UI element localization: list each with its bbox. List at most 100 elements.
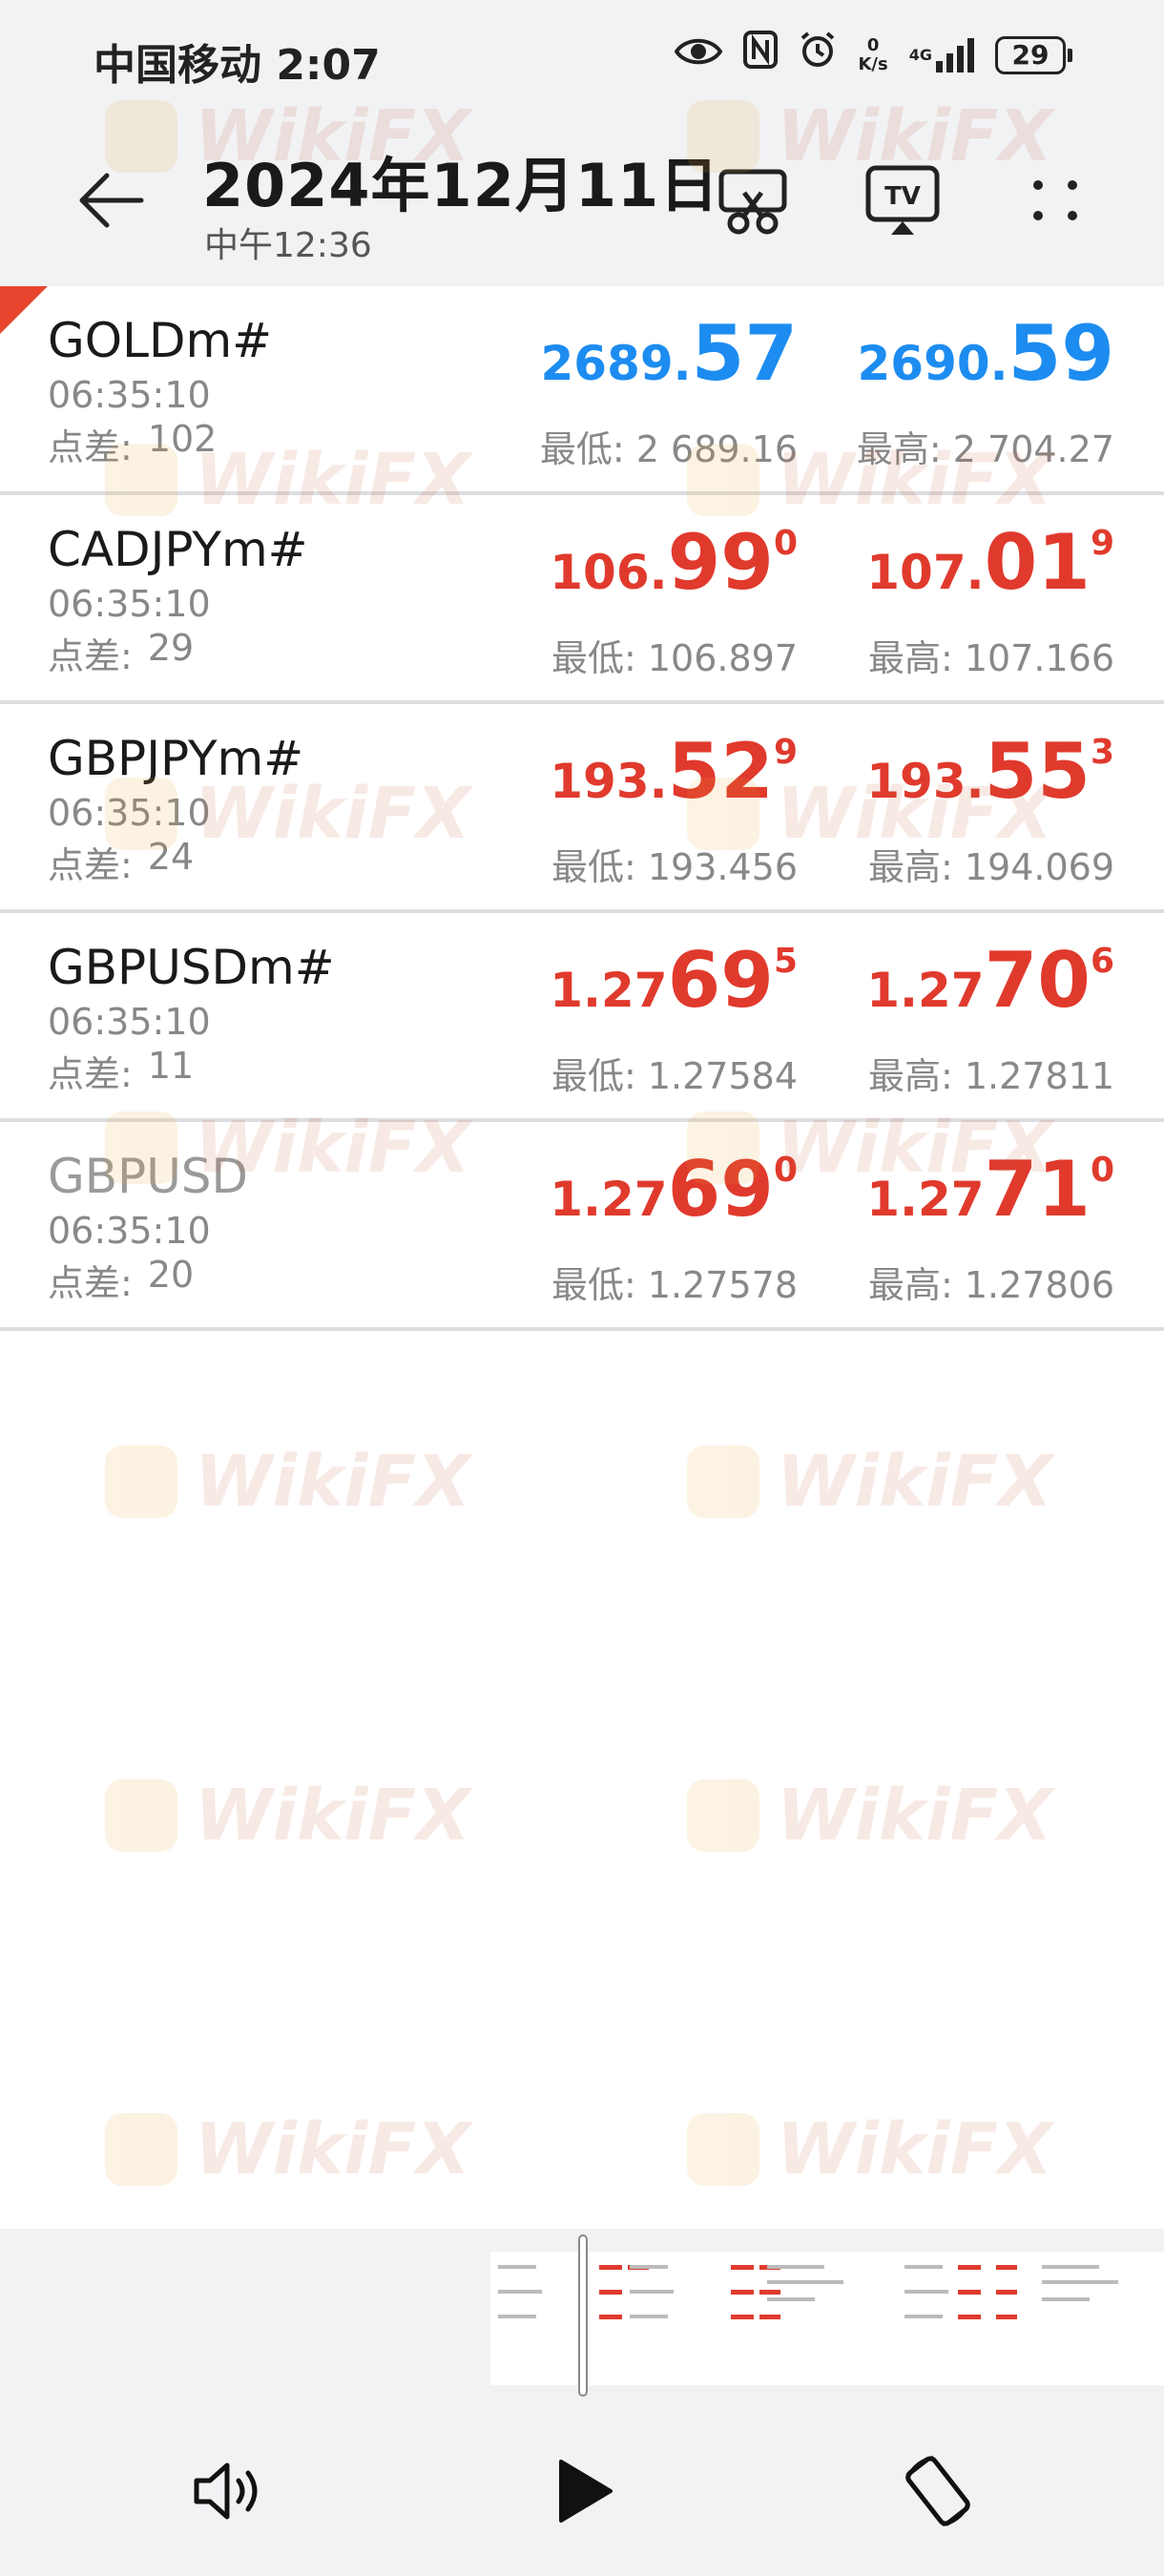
bid-price-fraction: 9 bbox=[773, 733, 798, 772]
quote-time: 06:35:10 bbox=[48, 583, 211, 625]
quote-symbol: GOLDm# bbox=[48, 313, 273, 368]
bid-price[interactable]: 193.529 bbox=[550, 727, 798, 816]
low-price: 最低: 106.897 bbox=[551, 637, 798, 679]
quote-spread: 点差: 102 bbox=[48, 418, 217, 470]
alarm-icon bbox=[799, 31, 837, 79]
quote-symbol: GBPJPYm# bbox=[48, 731, 304, 786]
more-dots-icon bbox=[1033, 180, 1077, 220]
quote-symbol: CADJPYm# bbox=[48, 522, 308, 577]
quote-spread: 点差: 24 bbox=[48, 836, 194, 888]
signal-bars-icon bbox=[936, 37, 974, 73]
quote-spread: 点差: 29 bbox=[48, 627, 194, 679]
bid-price[interactable]: 1.27690 bbox=[550, 1145, 798, 1234]
ask-price[interactable]: 2690.59 bbox=[858, 309, 1114, 398]
net-speed-value: 0 bbox=[866, 34, 880, 55]
spread-label: 点差: bbox=[48, 635, 133, 677]
volume-icon bbox=[194, 2462, 258, 2520]
volume-button[interactable] bbox=[187, 2448, 273, 2534]
cast-tv-icon: TV bbox=[865, 165, 940, 235]
ask-price-fraction: 0 bbox=[1090, 1151, 1114, 1190]
high-price: 最高: 194.069 bbox=[867, 846, 1114, 888]
bid-price-prefix: 193. bbox=[550, 754, 668, 809]
ask-price[interactable]: 1.27710 bbox=[866, 1145, 1114, 1234]
bid-price-pips: 52 bbox=[667, 727, 774, 816]
rotate-screen-icon bbox=[905, 2456, 970, 2526]
watermark: WikiFX bbox=[105, 1775, 470, 1857]
quote-row[interactable]: GBPUSDm# 06:35:10 点差: 11 1.27695 1.27706 … bbox=[0, 913, 1164, 1122]
quote-list: GOLDm# 06:35:10 点差: 102 2689.57 2690.59 最… bbox=[0, 286, 1164, 1331]
ask-price-prefix: 193. bbox=[866, 754, 985, 809]
watermark: WikiFX bbox=[687, 1441, 1052, 1523]
back-button[interactable] bbox=[74, 162, 151, 239]
ask-price-prefix: 1.27 bbox=[866, 963, 985, 1018]
quote-spread: 点差: 20 bbox=[48, 1254, 194, 1306]
page-subtitle: 中午12:36 bbox=[204, 226, 372, 265]
rotate-screen-button[interactable] bbox=[895, 2448, 981, 2534]
bid-price[interactable]: 106.990 bbox=[550, 518, 798, 607]
spread-value: 11 bbox=[147, 1045, 195, 1087]
video-filmstrip[interactable] bbox=[490, 2252, 1164, 2385]
ask-price[interactable]: 107.019 bbox=[866, 518, 1114, 607]
ask-price-pips: 71 bbox=[984, 1145, 1091, 1234]
bid-price-prefix: 106. bbox=[550, 545, 668, 600]
watermark-logo-icon bbox=[105, 1779, 177, 1852]
status-bar: 中国移动 2:07 0 K/s 4G 29 bbox=[0, 0, 1164, 114]
spread-value: 102 bbox=[147, 418, 218, 460]
spread-label: 点差: bbox=[48, 1262, 133, 1304]
high-price: 最高: 1.27811 bbox=[867, 1055, 1114, 1097]
battery-icon: 29 bbox=[995, 35, 1072, 74]
timeline-scrubber[interactable] bbox=[578, 2234, 588, 2397]
bid-price[interactable]: 2689.57 bbox=[541, 309, 798, 398]
ask-price[interactable]: 193.553 bbox=[866, 727, 1114, 816]
watermark: WikiFX bbox=[687, 1775, 1052, 1857]
low-price: 最低: 1.27584 bbox=[551, 1055, 798, 1097]
eye-icon bbox=[675, 32, 723, 78]
quote-time: 06:35:10 bbox=[48, 1210, 211, 1252]
bid-price-pips: 57 bbox=[691, 309, 798, 398]
spread-label: 点差: bbox=[48, 1053, 133, 1095]
spread-value: 20 bbox=[147, 1254, 195, 1296]
low-price: 最低: 193.456 bbox=[551, 846, 798, 888]
quote-row[interactable]: GBPUSD 06:35:10 点差: 20 1.27690 1.27710 最低… bbox=[0, 1122, 1164, 1331]
quote-row[interactable]: CADJPYm# 06:35:10 点差: 29 106.990 107.019 … bbox=[0, 495, 1164, 704]
play-button[interactable] bbox=[540, 2448, 626, 2534]
net-speed: 0 K/s bbox=[858, 34, 887, 74]
ask-price-pips: 55 bbox=[984, 727, 1091, 816]
ask-price-prefix: 107. bbox=[866, 545, 985, 600]
cast-tv-button[interactable]: TV bbox=[863, 160, 943, 240]
watermark-logo-icon bbox=[687, 1779, 759, 1852]
page-title: 2024年12月11日 bbox=[202, 151, 720, 220]
spread-value: 24 bbox=[147, 836, 195, 878]
low-price: 最低: 2 689.16 bbox=[539, 428, 798, 470]
play-icon bbox=[559, 2460, 613, 2523]
more-button[interactable] bbox=[1015, 160, 1095, 240]
quote-row[interactable]: GOLDm# 06:35:10 点差: 102 2689.57 2690.59 最… bbox=[0, 286, 1164, 495]
quote-time: 06:35:10 bbox=[48, 792, 211, 834]
quote-time: 06:35:10 bbox=[48, 1001, 211, 1043]
screenshot-crop-button[interactable] bbox=[714, 160, 794, 240]
watermark-logo-icon bbox=[687, 1445, 759, 1518]
bid-price-fraction: 5 bbox=[773, 942, 798, 981]
ask-price[interactable]: 1.27706 bbox=[866, 936, 1114, 1025]
ask-price-fraction: 9 bbox=[1090, 524, 1114, 563]
ask-price-pips: 01 bbox=[984, 518, 1091, 607]
watermark-text: WikiFX bbox=[777, 1775, 1053, 1857]
bid-price-pips: 69 bbox=[667, 1145, 774, 1234]
bid-price-fraction: 0 bbox=[773, 524, 798, 563]
watermark: WikiFX bbox=[687, 2109, 1052, 2191]
quote-spread: 点差: 11 bbox=[48, 1045, 194, 1097]
ask-price-pips: 70 bbox=[984, 936, 1091, 1025]
ask-price-fraction: 6 bbox=[1090, 942, 1114, 981]
bid-price[interactable]: 1.27695 bbox=[550, 936, 798, 1025]
bid-price-prefix: 2689. bbox=[540, 336, 692, 391]
ask-price-pips: 59 bbox=[1008, 309, 1114, 398]
filmstrip-frame bbox=[901, 2259, 1059, 2345]
watermark-text: WikiFX bbox=[195, 2109, 471, 2191]
spread-value: 29 bbox=[147, 627, 195, 669]
svg-text:TV: TV bbox=[884, 182, 921, 211]
filmstrip-frame bbox=[626, 2259, 784, 2345]
watermark-text: WikiFX bbox=[777, 2109, 1053, 2191]
bid-price-pips: 69 bbox=[667, 936, 774, 1025]
quote-row[interactable]: GBPJPYm# 06:35:10 点差: 24 193.529 193.553 … bbox=[0, 704, 1164, 913]
quote-symbol: GBPUSD bbox=[48, 1149, 249, 1204]
